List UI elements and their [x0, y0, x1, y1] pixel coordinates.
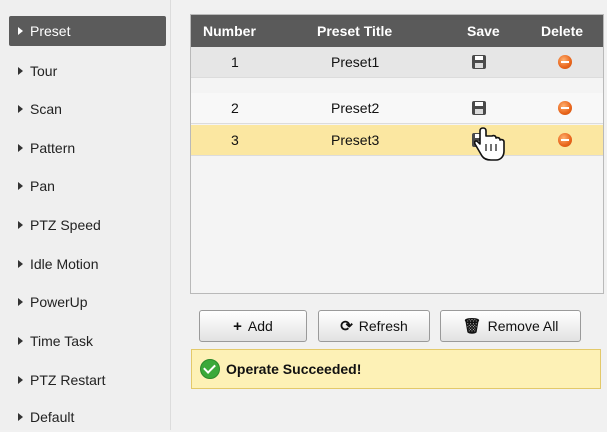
sidebar-item-label: Preset — [30, 23, 71, 39]
table-header: Number Preset Title Save Delete — [191, 15, 603, 47]
cell-preset-title: Preset2 — [331, 100, 380, 116]
table-row-selected[interactable]: 3 Preset3 — [191, 125, 603, 156]
sidebar-item-tour[interactable]: Tour — [9, 56, 166, 86]
cell-number: 3 — [231, 132, 239, 148]
caret-right-icon — [18, 144, 23, 152]
table-row[interactable]: 1 Preset1 — [191, 47, 603, 78]
sidebar: Preset Tour Scan Pattern Pan PTZ Speed I… — [0, 0, 171, 430]
caret-right-icon — [18, 182, 23, 190]
delete-icon[interactable] — [558, 101, 572, 115]
sidebar-item-label: Time Task — [30, 333, 94, 349]
caret-right-icon — [18, 221, 23, 229]
cell-preset-title: Preset1 — [331, 54, 380, 70]
sidebar-item-label: PTZ Speed — [30, 217, 101, 233]
sidebar-item-label: PTZ Restart — [30, 372, 106, 388]
cell-number: 1 — [231, 54, 239, 70]
check-icon — [200, 359, 220, 379]
column-header-preset-title: Preset Title — [317, 23, 393, 39]
caret-right-icon — [18, 298, 23, 306]
caret-right-icon — [18, 337, 23, 345]
sidebar-item-label: PowerUp — [30, 294, 88, 310]
caret-right-icon — [18, 105, 23, 113]
sidebar-item-scan[interactable]: Scan — [9, 94, 166, 124]
add-button[interactable]: + Add — [199, 310, 307, 342]
sidebar-item-label: Scan — [30, 101, 62, 117]
sidebar-item-preset[interactable]: Preset — [9, 16, 166, 46]
caret-right-icon — [18, 67, 23, 75]
preset-table: Number Preset Title Save Delete 1 Preset… — [190, 14, 604, 294]
status-message: Operate Succeeded! — [191, 349, 601, 389]
sidebar-item-label: Pattern — [30, 140, 76, 156]
caret-right-icon — [18, 413, 23, 421]
table-row[interactable]: 2 Preset2 — [191, 93, 603, 124]
column-header-number: Number — [203, 23, 256, 39]
sidebar-item-default[interactable]: Default — [9, 402, 166, 432]
sidebar-item-label: Default — [30, 409, 75, 425]
sidebar-item-label: Idle Motion — [30, 256, 99, 272]
sidebar-item-label: Tour — [30, 63, 58, 79]
sidebar-item-ptz-restart[interactable]: PTZ Restart — [9, 365, 166, 395]
sidebar-item-ptz-speed[interactable]: PTZ Speed — [9, 210, 166, 240]
column-header-save: Save — [467, 23, 500, 39]
trash-icon: 🗑 — [462, 317, 482, 335]
sidebar-item-powerup[interactable]: PowerUp — [9, 287, 166, 317]
caret-right-icon — [18, 260, 23, 268]
sidebar-item-pan[interactable]: Pan — [9, 171, 166, 201]
sidebar-item-time-task[interactable]: Time Task — [9, 326, 166, 356]
save-icon[interactable] — [472, 55, 486, 69]
status-message-text: Operate Succeeded! — [226, 361, 362, 377]
column-header-delete: Delete — [541, 23, 584, 39]
sidebar-item-label: Pan — [30, 178, 55, 194]
delete-icon[interactable] — [558, 55, 572, 69]
refresh-icon: ⟳ — [340, 317, 353, 335]
remove-all-button[interactable]: 🗑 Remove All — [440, 310, 581, 342]
plus-icon: + — [233, 317, 242, 335]
refresh-button[interactable]: ⟳ Refresh — [318, 310, 430, 342]
caret-right-icon — [18, 27, 23, 35]
delete-icon[interactable] — [558, 133, 572, 147]
save-icon[interactable] — [472, 101, 486, 115]
caret-right-icon — [18, 376, 23, 384]
sidebar-item-pattern[interactable]: Pattern — [9, 133, 166, 163]
hand-pointer-cursor-icon — [474, 127, 505, 161]
add-button-label: Add — [247, 318, 273, 334]
remove-all-button-label: Remove All — [487, 318, 559, 334]
cell-preset-title: Preset3 — [331, 132, 380, 148]
cell-number: 2 — [231, 100, 239, 116]
sidebar-item-idle-motion[interactable]: Idle Motion — [9, 249, 166, 279]
refresh-button-label: Refresh — [358, 318, 408, 334]
